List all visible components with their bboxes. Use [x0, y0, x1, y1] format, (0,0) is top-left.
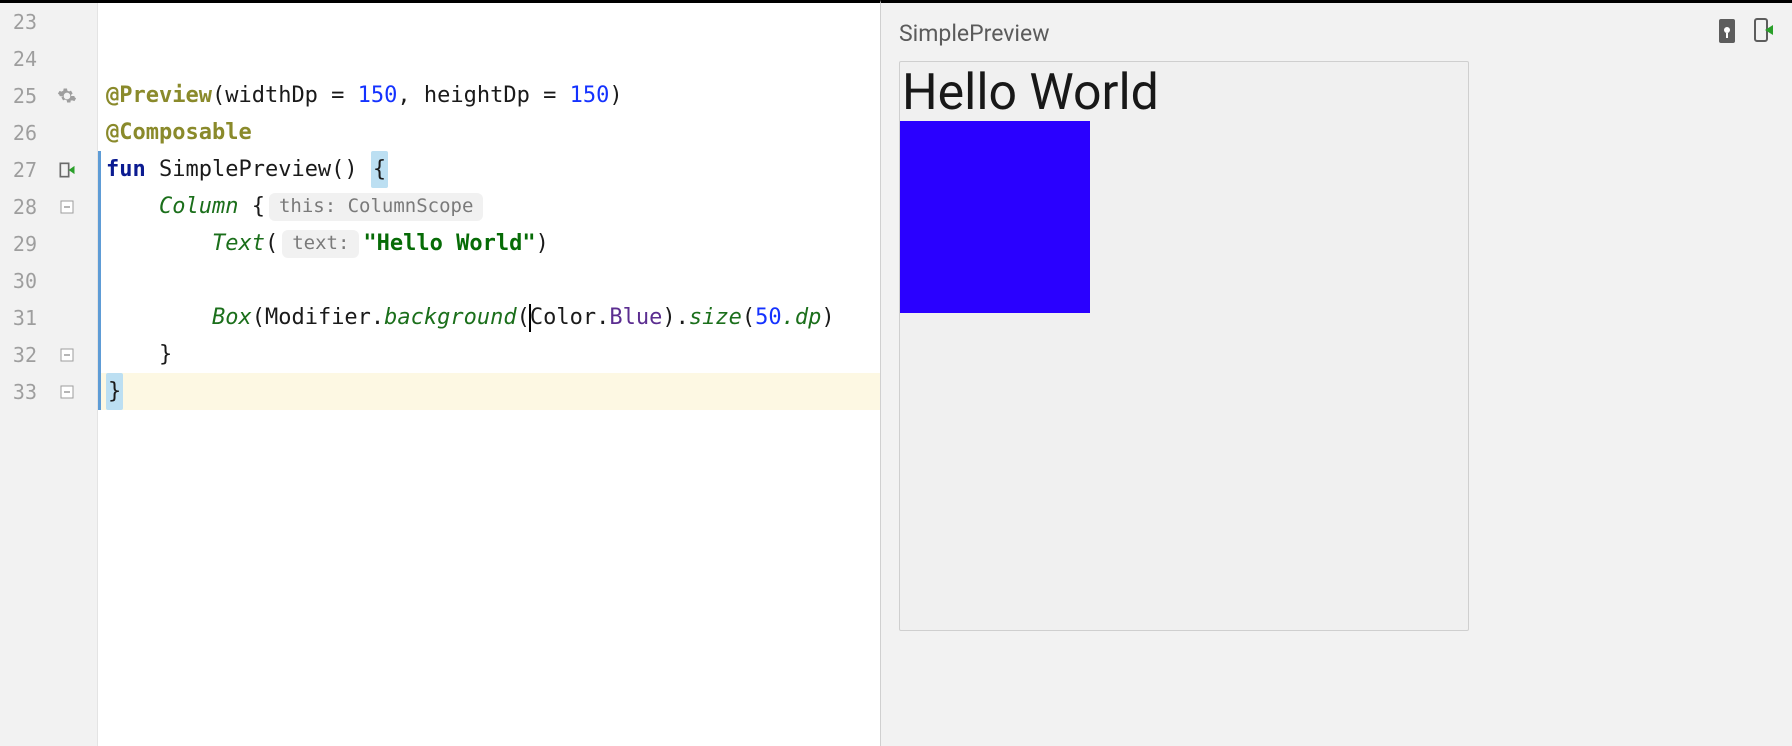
line-number: 28: [7, 195, 43, 219]
code-line[interactable]: Column {this: ColumnScope: [98, 188, 880, 225]
run-gutter-icon[interactable]: [57, 160, 77, 180]
code-line[interactable]: fun SimplePreview() {: [98, 151, 880, 188]
line-number: 25: [7, 84, 43, 108]
editor-gutter: 23 24 25 26 27 28: [0, 3, 98, 746]
interactive-preview-icon[interactable]: [1716, 18, 1738, 48]
compose-text: Hello World: [900, 62, 1468, 121]
code-line[interactable]: }: [98, 336, 880, 373]
fold-icon[interactable]: [60, 385, 74, 399]
preview-surface[interactable]: Hello World: [899, 61, 1469, 631]
deploy-preview-icon[interactable]: [1752, 18, 1774, 48]
fold-icon[interactable]: [60, 348, 74, 362]
gear-icon[interactable]: [57, 86, 77, 106]
line-number: 30: [7, 269, 43, 293]
line-number: 33: [7, 380, 43, 404]
line-number: 27: [7, 158, 43, 182]
fold-icon[interactable]: [60, 200, 74, 214]
code-line[interactable]: @Preview(widthDp = 150, heightDp = 150): [98, 77, 880, 114]
line-number: 23: [7, 10, 43, 34]
code-line[interactable]: Text(text:"Hello World"): [98, 225, 880, 262]
code-area[interactable]: @Preview(widthDp = 150, heightDp = 150) …: [98, 3, 880, 746]
code-line[interactable]: @Composable: [98, 114, 880, 151]
preview-title: SimplePreview: [899, 20, 1049, 47]
inline-hint: text:: [282, 230, 359, 258]
compose-box: [900, 121, 1090, 313]
line-number: 31: [7, 306, 43, 330]
vcs-change-bar: [98, 151, 101, 410]
code-line-current[interactable]: }: [98, 373, 880, 410]
inline-hint: this: ColumnScope: [269, 193, 483, 221]
line-number: 32: [7, 343, 43, 367]
code-editor-pane: 23 24 25 26 27 28: [0, 0, 880, 746]
code-line[interactable]: Box(Modifier.background(Color.Blue).size…: [98, 299, 880, 336]
line-number: 26: [7, 121, 43, 145]
compose-preview-pane: SimplePreview Hello World: [880, 0, 1792, 746]
line-number: 24: [7, 47, 43, 71]
line-number: 29: [7, 232, 43, 256]
